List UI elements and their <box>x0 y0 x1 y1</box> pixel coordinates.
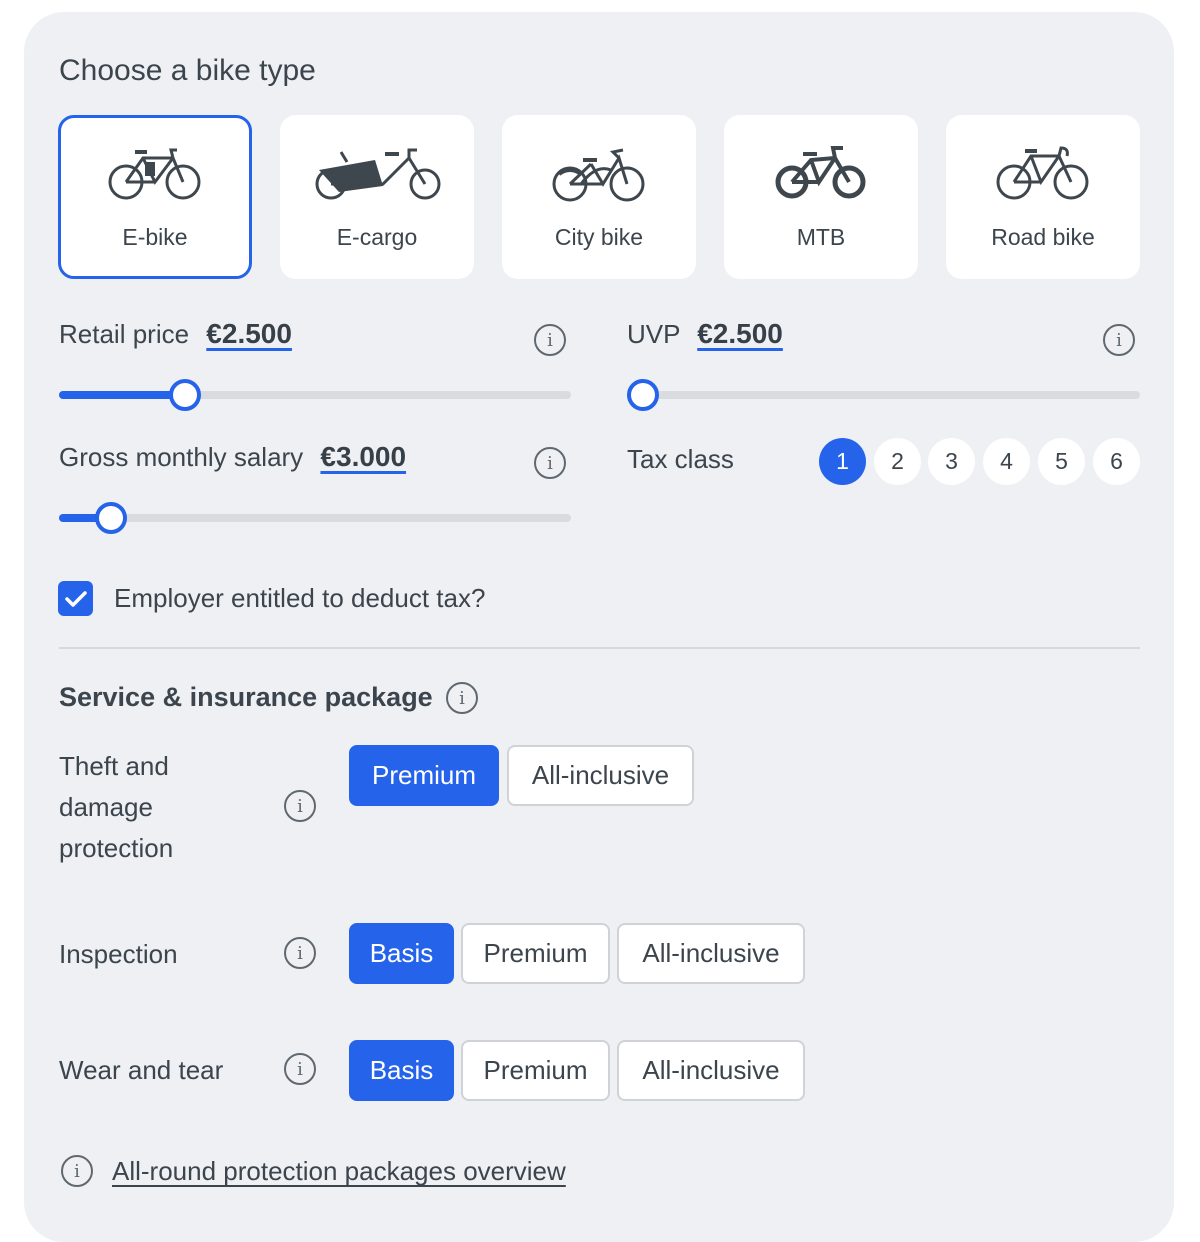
retail-price-info-icon[interactable]: i <box>534 324 566 356</box>
employer-deduct-label: Employer entitled to deduct tax? <box>114 583 486 613</box>
tax-class-option-3[interactable]: 3 <box>928 438 975 485</box>
uvp-row: UVP €2.500 <box>627 318 783 350</box>
city-bike-icon <box>552 148 645 202</box>
salary-label: Gross monthly salary <box>59 442 304 472</box>
bike-card-label: E-cargo <box>336 224 418 250</box>
uvp-slider[interactable] <box>627 379 1140 411</box>
employer-deduct-checkbox[interactable] <box>58 581 93 616</box>
uvp-info-icon[interactable]: i <box>1103 324 1135 356</box>
protection-overview-link[interactable]: All-round protection packages overview <box>112 1156 566 1187</box>
slider-thumb[interactable] <box>95 502 127 534</box>
retail-price-slider[interactable] <box>59 379 571 411</box>
mtb-icon <box>775 146 866 199</box>
wear-tear-info-icon[interactable]: i <box>284 1053 316 1085</box>
inspection-option-all-inclusive[interactable]: All-inclusive <box>617 923 805 984</box>
salary-slider[interactable] <box>59 502 571 534</box>
bike-card-road-bike[interactable]: Road bike <box>946 115 1140 279</box>
bike-card-city-bike[interactable]: City bike <box>502 115 696 279</box>
bike-type-heading: Choose a bike type <box>59 54 316 87</box>
wear-tear-option-basis[interactable]: Basis <box>349 1040 454 1101</box>
tax-class-option-4[interactable]: 4 <box>983 438 1030 485</box>
bike-card-e-cargo[interactable]: E-cargo <box>280 115 474 279</box>
theft-damage-option-premium[interactable]: Premium <box>349 745 499 806</box>
uvp-value[interactable]: €2.500 <box>697 318 783 349</box>
uvp-label: UVP <box>627 319 680 349</box>
tax-class-option-1[interactable]: 1 <box>819 438 866 485</box>
tax-class-label: Tax class <box>627 444 734 474</box>
e-cargo-icon <box>315 148 441 200</box>
package-info-icon[interactable]: i <box>446 682 478 714</box>
wear-tear-label: Wear and tear <box>59 1055 224 1085</box>
retail-price-label: Retail price <box>59 319 190 349</box>
tax-class-option-5[interactable]: 5 <box>1038 438 1085 485</box>
checkmark-icon <box>64 590 87 607</box>
tax-class-option-2[interactable]: 2 <box>874 438 921 485</box>
inspection-option-basis[interactable]: Basis <box>349 923 454 984</box>
theft-damage-info-icon[interactable]: i <box>284 790 316 822</box>
inspection-info-icon[interactable]: i <box>284 937 316 969</box>
slider-fill <box>59 391 186 399</box>
wear-tear-option-all-inclusive[interactable]: All-inclusive <box>617 1040 805 1101</box>
theft-damage-label: Theft and damage protection <box>59 751 174 863</box>
tax-class-option-6[interactable]: 6 <box>1093 438 1140 485</box>
bike-card-label: MTB <box>796 224 846 250</box>
package-title: Service & insurance package <box>59 682 433 712</box>
inspection-option-premium[interactable]: Premium <box>461 923 610 984</box>
salary-value[interactable]: €3.000 <box>320 441 406 472</box>
salary-row: Gross monthly salary €3.000 <box>59 441 406 473</box>
wear-tear-option-premium[interactable]: Premium <box>461 1040 610 1101</box>
salary-info-icon[interactable]: i <box>534 447 566 479</box>
slider-thumb[interactable] <box>627 379 659 411</box>
bike-card-label: Road bike <box>991 224 1095 250</box>
bike-card-label: E-bike <box>122 224 188 250</box>
road-bike-icon <box>996 146 1089 200</box>
e-bike-icon <box>108 148 201 200</box>
retail-price-value[interactable]: €2.500 <box>206 318 292 349</box>
bike-card-label: City bike <box>554 224 644 250</box>
inspection-label: Inspection <box>59 939 178 969</box>
bike-card-e-bike[interactable]: E-bike <box>58 115 252 279</box>
retail-price-row: Retail price €2.500 <box>59 318 292 350</box>
overview-info-icon: i <box>61 1155 93 1187</box>
section-divider <box>59 647 1140 649</box>
theft-damage-option-all-inclusive[interactable]: All-inclusive <box>507 745 694 806</box>
bike-card-mtb[interactable]: MTB <box>724 115 918 279</box>
